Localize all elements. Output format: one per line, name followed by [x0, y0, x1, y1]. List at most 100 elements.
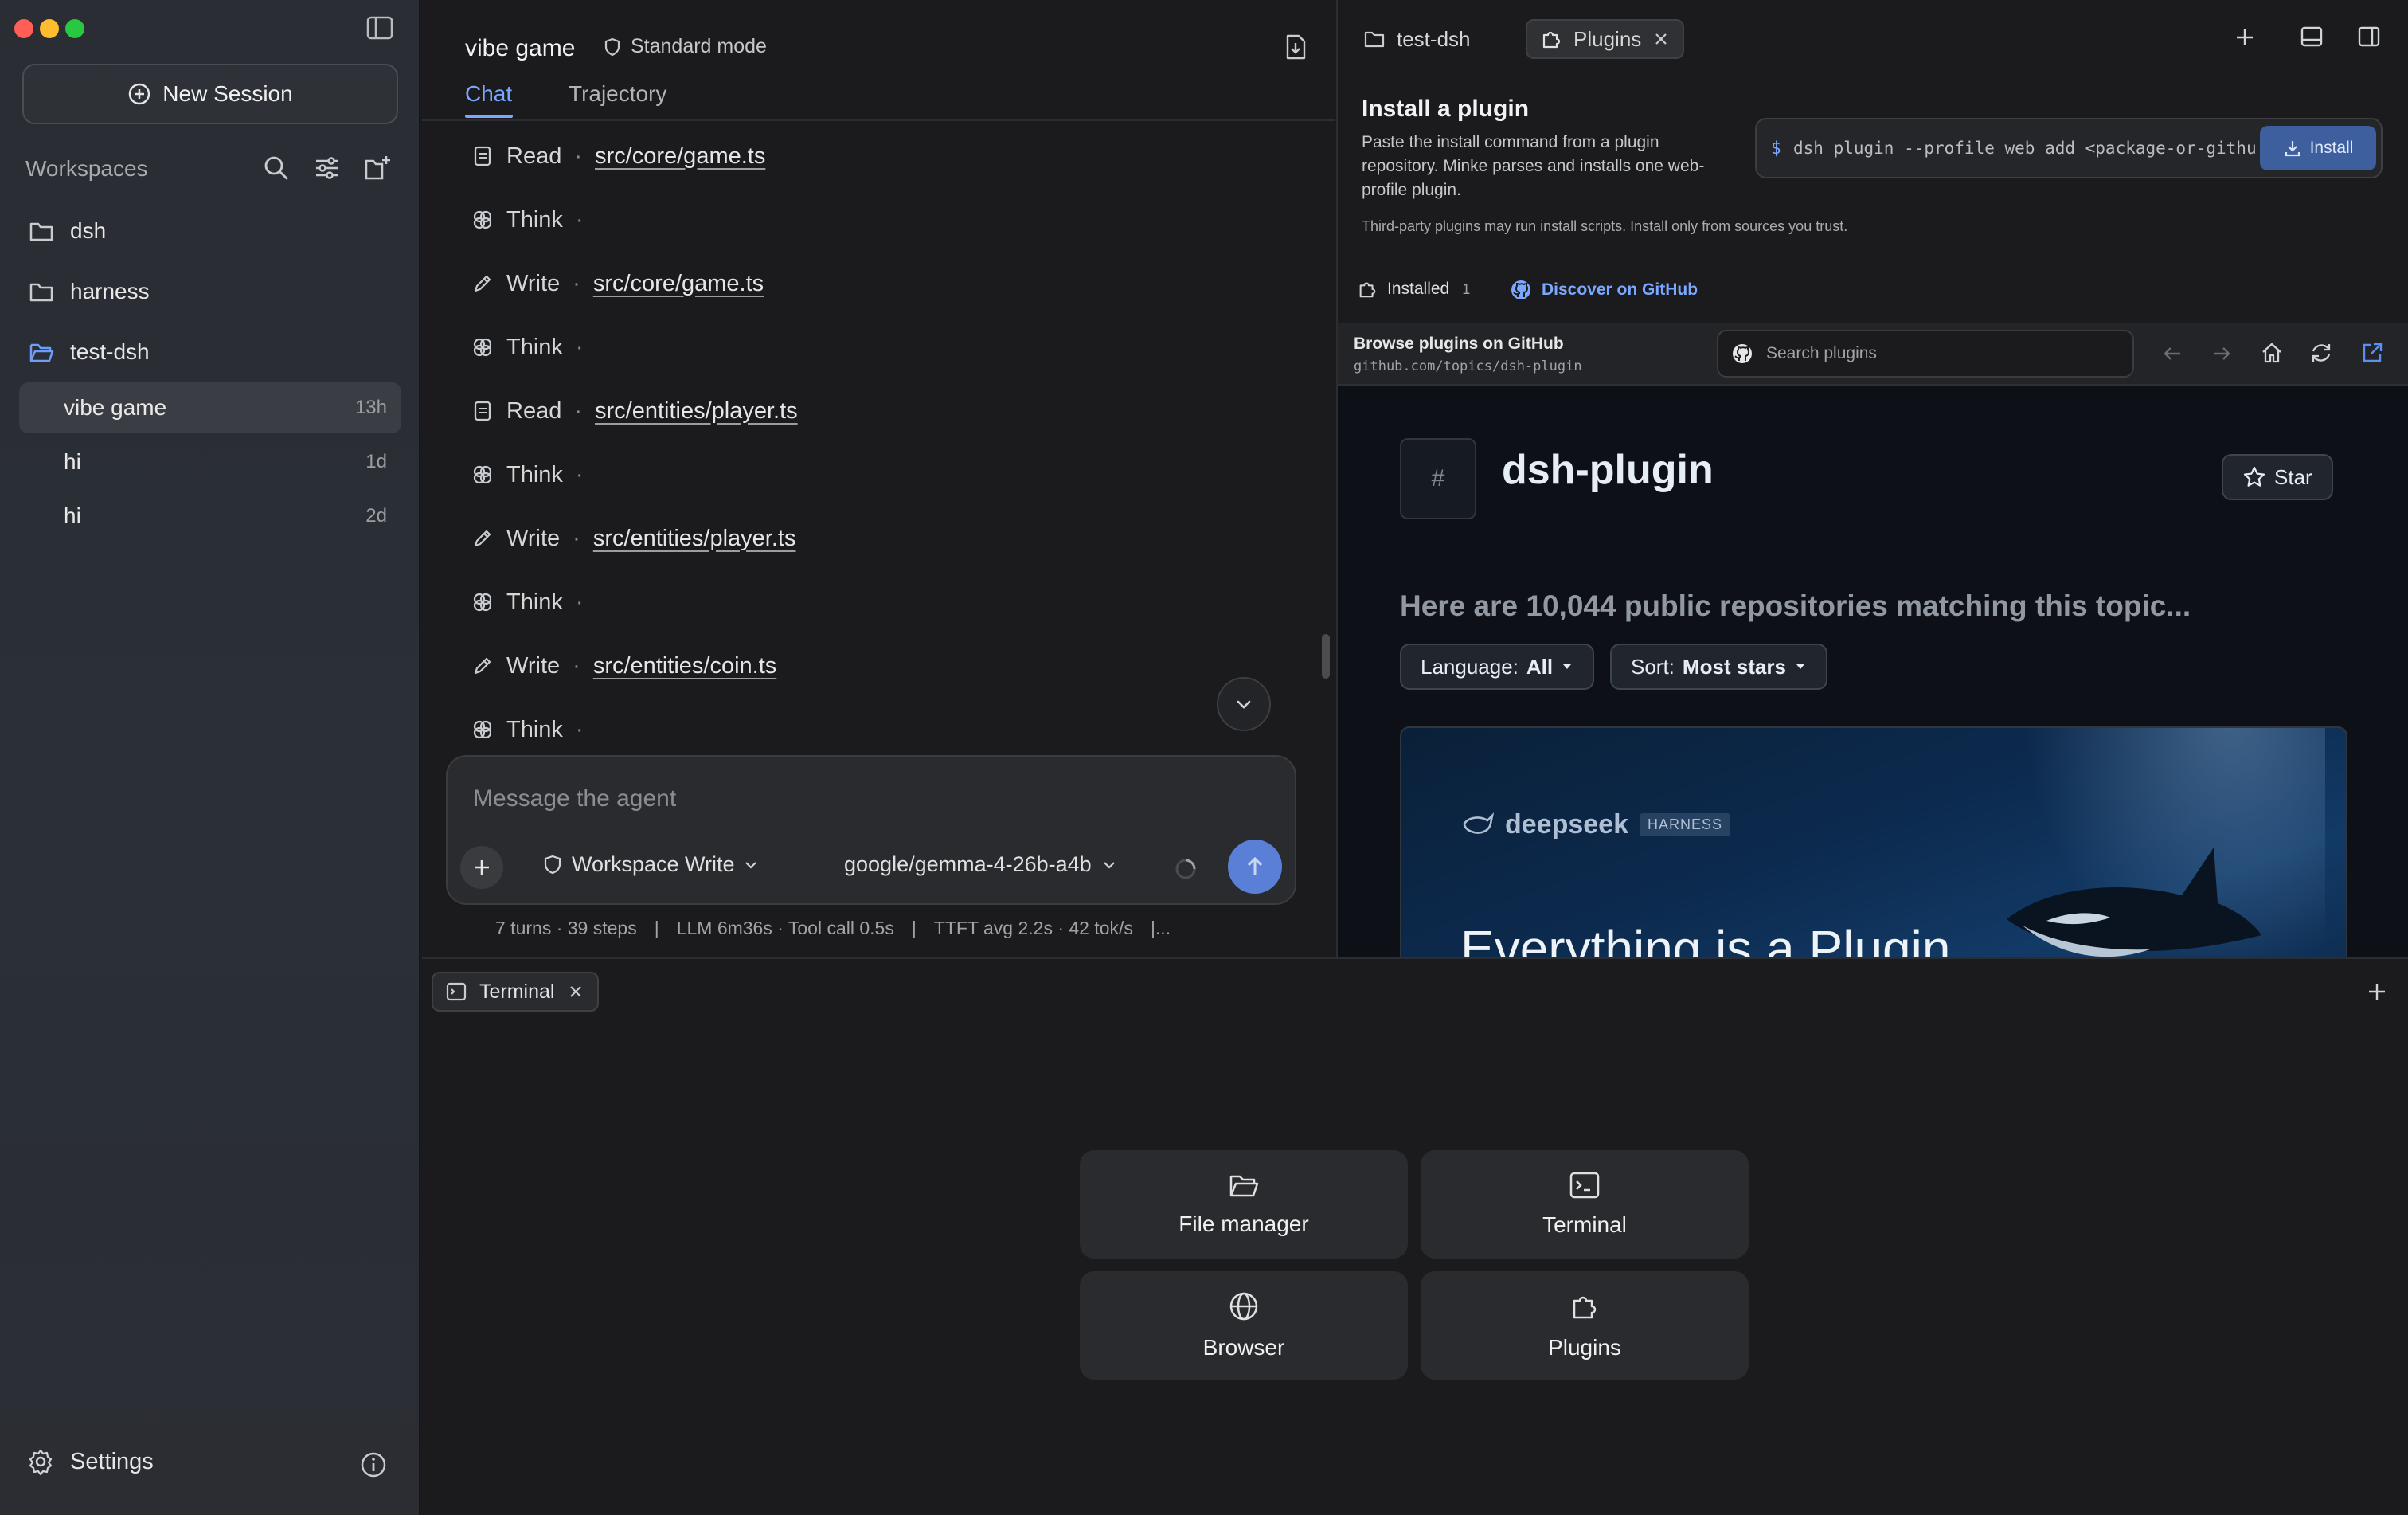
home-icon[interactable] — [2260, 341, 2284, 365]
plugins-card[interactable]: Plugins — [1421, 1271, 1749, 1380]
attach-button[interactable] — [460, 846, 503, 889]
tab-test-dsh[interactable]: test-dsh — [1351, 19, 1484, 59]
step-row[interactable]: Write · src/entities/coin.ts — [471, 642, 776, 690]
terminal-icon — [446, 982, 467, 1001]
brain-icon — [471, 718, 494, 741]
card-label: File manager — [1179, 1212, 1309, 1236]
split-bottom-icon[interactable] — [2300, 25, 2324, 48]
message-input[interactable]: Message the agent — [473, 785, 676, 812]
permission-select[interactable]: Workspace Write — [541, 852, 759, 877]
tab-trajectory[interactable]: Trajectory — [569, 81, 666, 107]
split-right-icon[interactable] — [2357, 25, 2381, 48]
session-title: vibe game — [64, 395, 167, 420]
new-session-button[interactable]: New Session — [22, 64, 398, 124]
refresh-icon[interactable] — [2309, 341, 2333, 365]
terminal-card[interactable]: Terminal — [1421, 1150, 1749, 1259]
new-session-label: New Session — [162, 81, 293, 106]
stats-llm: LLM 6m36s · Tool call 0.5s — [676, 918, 894, 938]
close-icon[interactable] — [567, 983, 584, 1000]
toggle-sidebar-icon[interactable] — [366, 16, 393, 40]
maximize-window-button[interactable] — [65, 19, 84, 38]
step-row[interactable]: Think · — [471, 706, 584, 754]
sort-label: Sort: — [1631, 654, 1675, 679]
browser-title: Browse plugins on GitHub — [1354, 335, 1564, 353]
workspace-test-dsh[interactable]: test-dsh — [29, 328, 150, 376]
step-row[interactable]: Think · — [471, 578, 584, 626]
step-row[interactable]: Think · — [471, 196, 584, 244]
step-action: Think — [506, 589, 563, 615]
star-button[interactable]: Star — [2222, 454, 2333, 500]
close-icon[interactable] — [1652, 30, 1670, 48]
step-separator: · — [574, 397, 582, 424]
installed-label: Installed — [1387, 280, 1450, 298]
tab-terminal[interactable]: Terminal — [432, 972, 600, 1012]
repo-banner[interactable]: deepseek HARNESS Everything is a Plugin — [1400, 726, 2347, 957]
browser-card[interactable]: Browser — [1080, 1271, 1408, 1380]
step-row[interactable]: Read · src/core/game.ts — [471, 132, 765, 180]
tab-label: Plugins — [1573, 26, 1642, 51]
sidebar: New Session Workspaces dsh harness test-… — [0, 0, 420, 1515]
step-row[interactable]: Write · src/core/game.ts — [471, 260, 764, 307]
step-row[interactable]: Read · src/entities/player.ts — [471, 387, 798, 435]
search-icon[interactable] — [263, 155, 290, 182]
model-select[interactable]: google/gemma-4-26b-a4b — [844, 852, 1117, 877]
session-item[interactable]: hi 2d — [19, 491, 401, 542]
folder-open-icon — [1228, 1172, 1260, 1199]
step-path[interactable]: src/core/game.ts — [595, 143, 765, 170]
language-filter[interactable]: Language: All — [1400, 644, 1595, 690]
send-button[interactable] — [1228, 840, 1282, 894]
info-icon[interactable] — [360, 1451, 387, 1478]
chat-scrollbar[interactable] — [1322, 634, 1330, 679]
session-item[interactable]: hi 1d — [19, 436, 401, 487]
step-row[interactable]: Think · — [471, 323, 584, 371]
tab-plugins[interactable]: Plugins — [1526, 19, 1685, 59]
workspace-dsh[interactable]: dsh — [29, 207, 106, 255]
banner-badge: HARNESS — [1640, 813, 1731, 836]
brain-icon — [471, 591, 494, 613]
step-path[interactable]: src/entities/coin.ts — [593, 653, 776, 679]
language-label: Language: — [1421, 654, 1519, 679]
step-separator: · — [575, 716, 584, 742]
add-workspace-icon[interactable] — [363, 155, 392, 182]
open-external-icon[interactable] — [2360, 341, 2384, 365]
step-separator: · — [575, 206, 584, 233]
sort-filter[interactable]: Sort: Most stars — [1610, 644, 1828, 690]
discover-github-link[interactable]: Discover on GitHub — [1510, 279, 1698, 301]
terminal-icon — [1569, 1171, 1601, 1200]
step-path[interactable]: src/core/game.ts — [593, 271, 764, 297]
step-separator: · — [574, 143, 582, 169]
mode-badge[interactable]: Standard mode — [602, 35, 767, 58]
install-command-input[interactable]: dsh plugin --profile web add <package-or… — [1793, 139, 2255, 158]
installed-filter[interactable]: Installed 1 — [1357, 279, 1470, 299]
tab-chat[interactable]: Chat — [465, 81, 512, 107]
new-tab-icon[interactable] — [2233, 25, 2257, 49]
stats-more: |... — [1150, 918, 1171, 938]
file-manager-card[interactable]: File manager — [1080, 1150, 1408, 1259]
step-action: Think — [506, 334, 563, 360]
plugin-search-input[interactable]: Search plugins — [1717, 330, 2134, 378]
chevron-down-icon — [743, 857, 759, 873]
banner-headline: Everything is a Plugin — [1460, 920, 1951, 957]
filter-sliders-icon[interactable] — [314, 155, 341, 182]
export-icon[interactable] — [1284, 33, 1308, 61]
forward-arrow-icon[interactable] — [2211, 343, 2233, 365]
workspace-harness[interactable]: harness — [29, 268, 150, 315]
caret-down-icon — [1794, 660, 1807, 673]
step-row[interactable]: Think · — [471, 451, 584, 499]
stats-separator: | — [654, 918, 659, 938]
new-terminal-icon[interactable] — [2365, 980, 2389, 1004]
step-action: Write — [506, 270, 561, 296]
close-window-button[interactable] — [14, 19, 33, 38]
star-label: Star — [2274, 464, 2312, 489]
step-row[interactable]: Write · src/entities/player.ts — [471, 515, 796, 562]
session-item[interactable]: vibe game 13h — [19, 382, 401, 433]
install-title: Install a plugin — [1362, 96, 1530, 122]
step-path[interactable]: src/entities/player.ts — [595, 398, 798, 425]
minimize-window-button[interactable] — [40, 19, 59, 38]
settings-button[interactable]: Settings — [27, 1448, 154, 1475]
discover-label: Discover on GitHub — [1542, 280, 1698, 299]
back-arrow-icon[interactable] — [2161, 343, 2183, 365]
scroll-down-button[interactable] — [1217, 677, 1271, 731]
install-button[interactable]: Install — [2260, 126, 2376, 170]
step-path[interactable]: src/entities/player.ts — [593, 526, 796, 552]
